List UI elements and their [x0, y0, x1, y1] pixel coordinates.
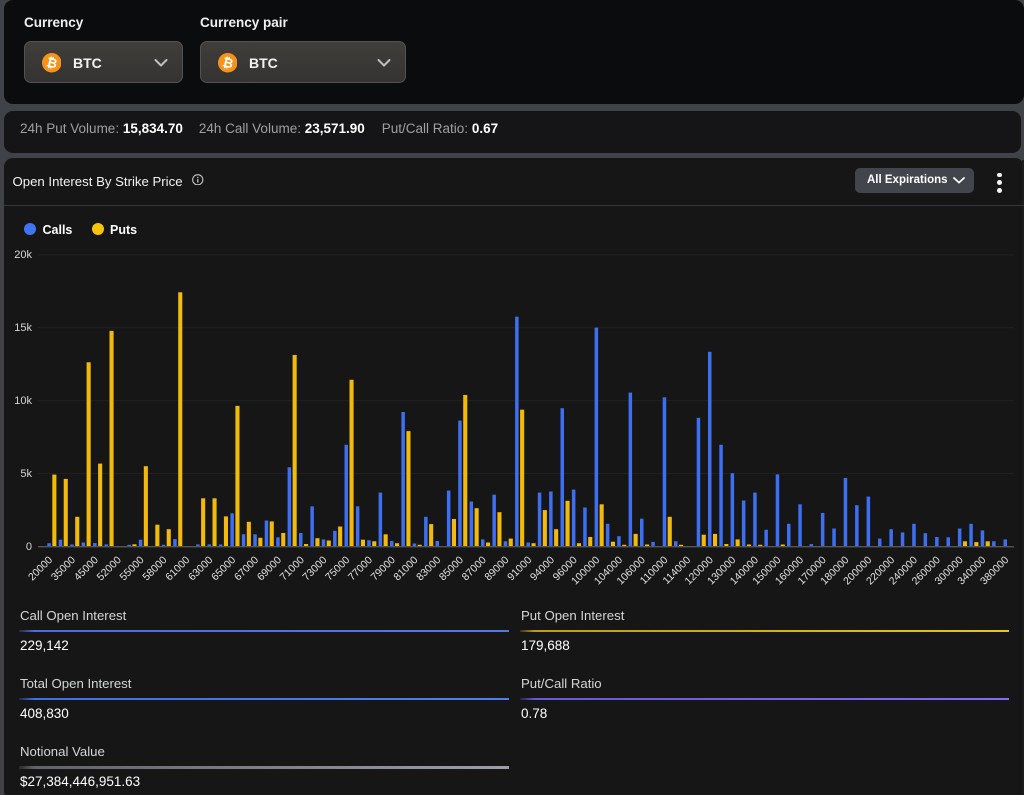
svg-text:15k: 15k	[14, 322, 32, 334]
svg-text:77000: 77000	[346, 554, 375, 583]
svg-text:87000: 87000	[460, 554, 489, 583]
svg-text:20k: 20k	[14, 249, 32, 261]
svg-text:55000: 55000	[117, 554, 146, 583]
svg-text:83000: 83000	[414, 554, 443, 583]
svg-text:67000: 67000	[232, 554, 261, 583]
svg-text:94000: 94000	[528, 554, 557, 583]
svg-text:10k: 10k	[14, 395, 32, 407]
svg-text:52000: 52000	[95, 554, 124, 583]
svg-text:65000: 65000	[209, 554, 238, 583]
svg-text:61000: 61000	[163, 554, 192, 583]
svg-text:89000: 89000	[482, 554, 511, 583]
svg-text:58000: 58000	[140, 554, 169, 583]
svg-text:63000: 63000	[186, 554, 215, 583]
svg-text:0: 0	[26, 541, 32, 553]
svg-text:5k: 5k	[20, 468, 32, 480]
svg-text:75000: 75000	[323, 554, 352, 583]
svg-text:45000: 45000	[72, 554, 101, 583]
svg-text:81000: 81000	[391, 554, 420, 583]
svg-text:35000: 35000	[49, 554, 78, 583]
svg-text:73000: 73000	[300, 554, 329, 583]
svg-text:71000: 71000	[278, 554, 307, 583]
svg-text:91000: 91000	[505, 554, 534, 583]
svg-text:85000: 85000	[437, 554, 466, 583]
svg-text:69000: 69000	[255, 554, 284, 583]
svg-text:79000: 79000	[369, 554, 398, 583]
svg-text:20000: 20000	[26, 554, 55, 583]
